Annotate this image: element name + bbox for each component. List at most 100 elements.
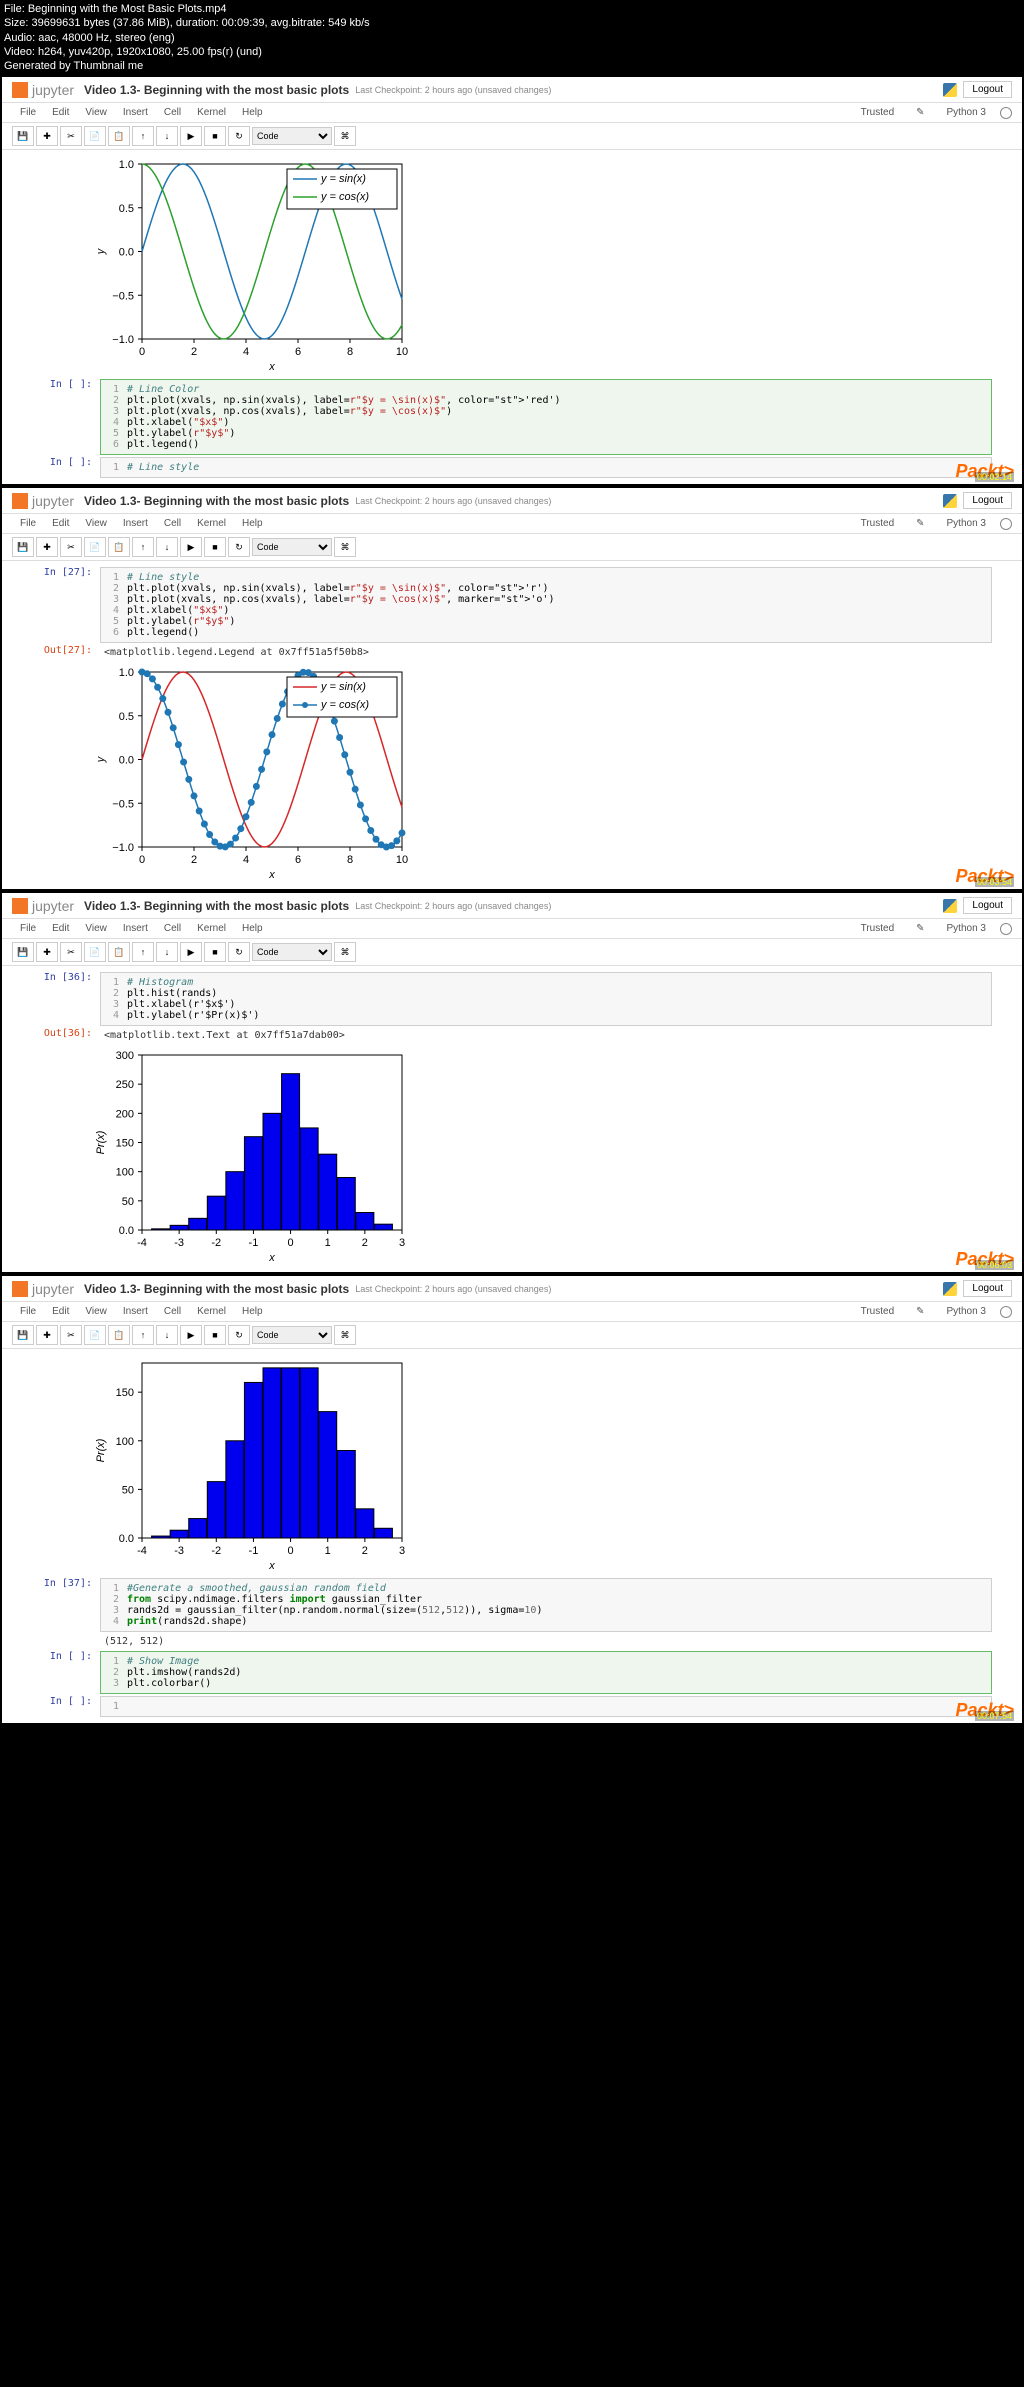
save-button[interactable]: 💾	[12, 1325, 34, 1345]
logout-button[interactable]: Logout	[963, 492, 1012, 509]
code-cell[interactable]: In [ ]:1# Line Color2plt.plot(xvals, np.…	[32, 379, 992, 455]
move-up-button[interactable]: ↑	[132, 1325, 154, 1345]
code-input[interactable]: 1	[100, 1696, 992, 1717]
menu-file[interactable]: File	[12, 921, 44, 936]
copy-button[interactable]: 📄	[84, 942, 106, 962]
command-palette-button[interactable]: ⌘	[334, 537, 356, 557]
notebook-title[interactable]: Video 1.3- Beginning with the most basic…	[84, 1282, 349, 1296]
menu-view[interactable]: View	[77, 921, 115, 936]
menu-insert[interactable]: Insert	[115, 1304, 156, 1319]
menu-kernel[interactable]: Kernel	[189, 921, 234, 936]
menu-insert[interactable]: Insert	[115, 105, 156, 120]
save-button[interactable]: 💾	[12, 942, 34, 962]
menu-edit[interactable]: Edit	[44, 516, 77, 531]
edit-icon[interactable]: ✎	[908, 516, 932, 531]
menu-file[interactable]: File	[12, 1304, 44, 1319]
kernel-name[interactable]: Python 3	[939, 921, 994, 936]
menu-view[interactable]: View	[77, 1304, 115, 1319]
add-cell-button[interactable]: ✚	[36, 126, 58, 146]
code-input[interactable]: 1#Generate a smoothed, gaussian random f…	[100, 1578, 992, 1632]
copy-button[interactable]: 📄	[84, 1325, 106, 1345]
cut-button[interactable]: ✂	[60, 126, 82, 146]
menu-edit[interactable]: Edit	[44, 921, 77, 936]
menu-cell[interactable]: Cell	[156, 921, 189, 936]
menu-cell[interactable]: Cell	[156, 1304, 189, 1319]
menu-edit[interactable]: Edit	[44, 1304, 77, 1319]
kernel-name[interactable]: Python 3	[939, 516, 994, 531]
restart-button[interactable]: ↻	[228, 537, 250, 557]
cut-button[interactable]: ✂	[60, 942, 82, 962]
code-input[interactable]: 1# Line Color2plt.plot(xvals, np.sin(xva…	[100, 379, 992, 455]
code-input[interactable]: 1# Histogram2plt.hist(rands)3plt.xlabel(…	[100, 972, 992, 1026]
notebook-title[interactable]: Video 1.3- Beginning with the most basic…	[84, 899, 349, 913]
interrupt-button[interactable]: ■	[204, 126, 226, 146]
save-button[interactable]: 💾	[12, 537, 34, 557]
move-up-button[interactable]: ↑	[132, 126, 154, 146]
restart-button[interactable]: ↻	[228, 126, 250, 146]
trusted-indicator[interactable]: Trusted	[853, 516, 903, 531]
add-cell-button[interactable]: ✚	[36, 537, 58, 557]
trusted-indicator[interactable]: Trusted	[853, 921, 903, 936]
cut-button[interactable]: ✂	[60, 1325, 82, 1345]
interrupt-button[interactable]: ■	[204, 1325, 226, 1345]
interrupt-button[interactable]: ■	[204, 942, 226, 962]
code-cell[interactable]: In [ ]:1# Show Image2plt.imshow(rands2d)…	[32, 1651, 992, 1694]
menu-insert[interactable]: Insert	[115, 921, 156, 936]
move-down-button[interactable]: ↓	[156, 942, 178, 962]
code-cell[interactable]: In [ ]:1	[32, 1696, 992, 1717]
kernel-name[interactable]: Python 3	[939, 105, 994, 120]
save-button[interactable]: 💾	[12, 126, 34, 146]
paste-button[interactable]: 📋	[108, 942, 130, 962]
move-down-button[interactable]: ↓	[156, 126, 178, 146]
move-down-button[interactable]: ↓	[156, 1325, 178, 1345]
command-palette-button[interactable]: ⌘	[334, 126, 356, 146]
logout-button[interactable]: Logout	[963, 897, 1012, 914]
notebook-title[interactable]: Video 1.3- Beginning with the most basic…	[84, 494, 349, 508]
menu-cell[interactable]: Cell	[156, 516, 189, 531]
interrupt-button[interactable]: ■	[204, 537, 226, 557]
add-cell-button[interactable]: ✚	[36, 1325, 58, 1345]
move-up-button[interactable]: ↑	[132, 942, 154, 962]
code-cell[interactable]: In [37]:1#Generate a smoothed, gaussian …	[32, 1578, 992, 1632]
cut-button[interactable]: ✂	[60, 537, 82, 557]
copy-button[interactable]: 📄	[84, 126, 106, 146]
trusted-indicator[interactable]: Trusted	[853, 105, 903, 120]
paste-button[interactable]: 📋	[108, 1325, 130, 1345]
menu-help[interactable]: Help	[234, 921, 271, 936]
menu-view[interactable]: View	[77, 516, 115, 531]
edit-icon[interactable]: ✎	[908, 921, 932, 936]
restart-button[interactable]: ↻	[228, 1325, 250, 1345]
paste-button[interactable]: 📋	[108, 126, 130, 146]
run-button[interactable]: ▶	[180, 126, 202, 146]
code-cell[interactable]: In [36]:1# Histogram2plt.hist(rands)3plt…	[32, 972, 992, 1026]
run-button[interactable]: ▶	[180, 942, 202, 962]
menu-kernel[interactable]: Kernel	[189, 516, 234, 531]
edit-icon[interactable]: ✎	[908, 1304, 932, 1319]
menu-file[interactable]: File	[12, 516, 44, 531]
menu-cell[interactable]: Cell	[156, 105, 189, 120]
paste-button[interactable]: 📋	[108, 537, 130, 557]
move-down-button[interactable]: ↓	[156, 537, 178, 557]
restart-button[interactable]: ↻	[228, 942, 250, 962]
edit-icon[interactable]: ✎	[908, 105, 932, 120]
move-up-button[interactable]: ↑	[132, 537, 154, 557]
logout-button[interactable]: Logout	[963, 1280, 1012, 1297]
menu-kernel[interactable]: Kernel	[189, 1304, 234, 1319]
menu-view[interactable]: View	[77, 105, 115, 120]
run-button[interactable]: ▶	[180, 1325, 202, 1345]
menu-help[interactable]: Help	[234, 105, 271, 120]
code-cell[interactable]: In [27]:1# Line style2plt.plot(xvals, np…	[32, 567, 992, 643]
trusted-indicator[interactable]: Trusted	[853, 1304, 903, 1319]
menu-file[interactable]: File	[12, 105, 44, 120]
code-input[interactable]: 1# Line style	[100, 457, 992, 478]
logout-button[interactable]: Logout	[963, 81, 1012, 98]
menu-help[interactable]: Help	[234, 516, 271, 531]
menu-edit[interactable]: Edit	[44, 105, 77, 120]
code-input[interactable]: 1# Line style2plt.plot(xvals, np.sin(xva…	[100, 567, 992, 643]
run-button[interactable]: ▶	[180, 537, 202, 557]
menu-help[interactable]: Help	[234, 1304, 271, 1319]
celltype-select[interactable]: Code	[252, 943, 332, 961]
celltype-select[interactable]: Code	[252, 1326, 332, 1344]
command-palette-button[interactable]: ⌘	[334, 1325, 356, 1345]
notebook-title[interactable]: Video 1.3- Beginning with the most basic…	[84, 83, 349, 97]
